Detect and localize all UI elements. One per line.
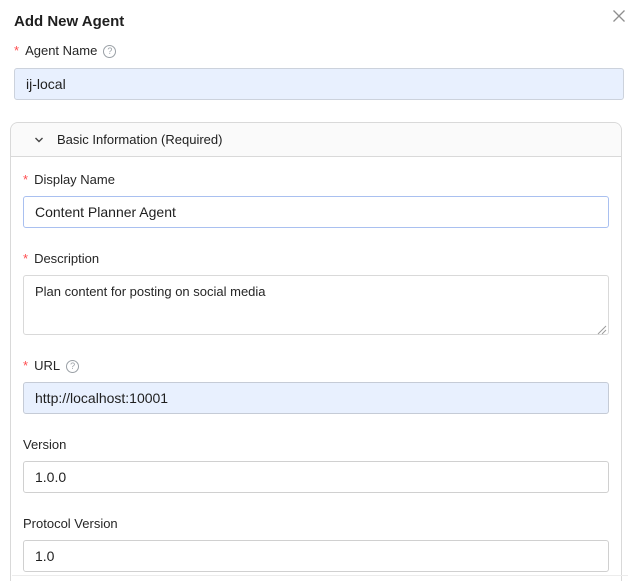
required-marker: * [23,173,28,187]
agent-name-input[interactable] [14,68,624,100]
add-agent-modal: Add New Agent * Agent Name ? Basic Infor… [0,0,640,581]
resize-handle-icon[interactable] [597,322,607,332]
description-label-row: * Description [23,252,609,266]
basic-information-header[interactable]: Basic Information (Required) [11,123,621,157]
required-marker: * [14,44,19,58]
version-label-row: Version [23,438,609,452]
help-icon[interactable]: ? [66,360,79,373]
required-marker: * [23,359,28,373]
agent-name-label-row: * Agent Name ? [14,44,624,58]
modal-title: Add New Agent [14,13,124,31]
version-input[interactable] [23,461,609,493]
required-marker: * [23,252,28,266]
protocol-version-input[interactable] [23,540,609,572]
basic-information-title: Basic Information (Required) [57,132,222,147]
agent-name-label: Agent Name [25,44,97,58]
help-icon[interactable]: ? [103,45,116,58]
description-textarea[interactable]: Plan content for posting on social media [23,275,609,335]
version-field: Version [23,438,609,493]
chevron-down-icon [33,134,45,146]
display-name-label-row: * Display Name [23,173,609,187]
version-label: Version [23,438,66,452]
protocol-version-field: Protocol Version [23,517,609,572]
close-icon [612,9,626,26]
modal-header: Add New Agent [0,0,640,31]
description-label: Description [34,252,99,266]
url-field: * URL ? [23,359,609,414]
display-name-label: Display Name [34,173,115,187]
url-input[interactable] [23,382,609,414]
protocol-version-label-row: Protocol Version [23,517,609,531]
agent-name-field: * Agent Name ? [0,44,640,100]
footer-divider [12,575,628,576]
display-name-input[interactable] [23,196,609,228]
basic-information-body: * Display Name * Description Plan conten… [11,157,621,572]
basic-information-panel: Basic Information (Required) * Display N… [10,122,622,581]
url-label-row: * URL ? [23,359,609,373]
protocol-version-label: Protocol Version [23,517,118,531]
url-label: URL [34,359,60,373]
display-name-field: * Display Name [23,173,609,228]
description-field: * Description Plan content for posting o… [23,252,609,335]
close-button[interactable] [610,8,628,26]
